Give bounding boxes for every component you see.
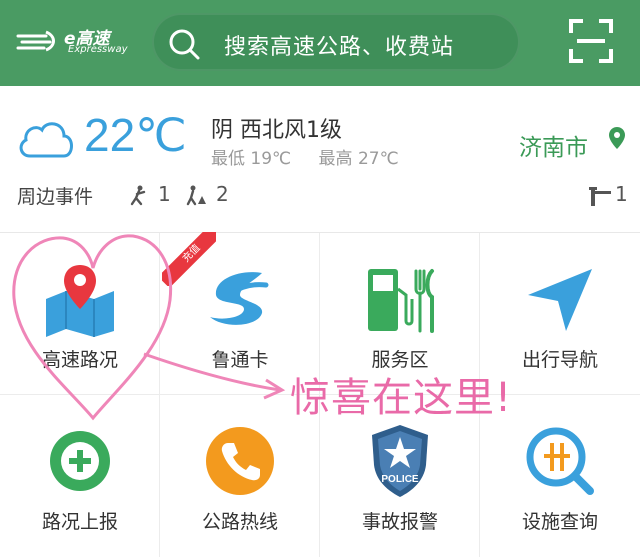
report-plus-icon (50, 431, 110, 491)
grid-item-label: 高速路况 (41, 349, 118, 371)
search-bar[interactable]: 搜索高速公路、收费站 (152, 13, 520, 71)
search-placeholder: 搜索高速公路、收费站 (224, 35, 455, 60)
grid-item-label: 公路热线 (201, 511, 278, 533)
facility-search-icon (526, 427, 594, 495)
weather-condition: 阴 西北风1级 (211, 118, 342, 143)
temperature-range: 最低 19℃ 最高 27℃ (211, 144, 421, 169)
top-bar: e高速 Expressway 搜索高速公路、收费站 (0, 0, 640, 86)
grid-item-report-conditions[interactable]: 路况上报 (0, 395, 160, 557)
toll-gate-icon (589, 187, 611, 206)
construction-icon (130, 185, 146, 206)
recharge-badge: 充值 (162, 232, 216, 286)
city-name[interactable]: 济南市 (519, 128, 588, 162)
weather-panel[interactable]: 22℃ 阴 西北风1级 最低 19℃ 最高 27℃ 济南市 周边事件 1 2 1 (0, 86, 640, 232)
service-area-icon (368, 269, 434, 333)
scan-icon[interactable] (567, 17, 615, 65)
toll-gate-count: 1 (615, 182, 628, 206)
navigation-icon (528, 269, 592, 331)
police-badge-text: POLICE (381, 474, 419, 485)
location-pin-icon[interactable] (608, 126, 626, 150)
logo-subtitle: Expressway (68, 44, 128, 55)
high-temperature: 最高 27℃ (318, 149, 399, 169)
temperature: 22℃ (84, 109, 187, 161)
app-logo: e高速 Expressway (16, 22, 136, 62)
search-icon (169, 29, 200, 60)
phone-icon (206, 427, 274, 495)
cloud-icon (19, 122, 73, 158)
road-work-count: 2 (216, 182, 229, 206)
low-temperature: 最低 19℃ (211, 149, 292, 169)
police-badge-icon: POLICE (372, 425, 428, 497)
nearby-events-label[interactable]: 周边事件 (17, 182, 93, 209)
logo-swoosh-icon (16, 30, 55, 52)
surprise-annotation: 惊喜在这里! (290, 375, 513, 421)
road-work-icon (186, 185, 206, 206)
construction-count: 1 (158, 182, 171, 206)
grid-item-road-conditions[interactable]: 高速路况 (0, 233, 160, 395)
grid-item-label: 路况上报 (41, 511, 118, 533)
recharge-ribbon: 充值 (162, 232, 216, 286)
grid-item-label: 事故报警 (361, 511, 438, 533)
grid-item-label: 设施查询 (521, 511, 598, 533)
road-map-icon (46, 265, 114, 337)
